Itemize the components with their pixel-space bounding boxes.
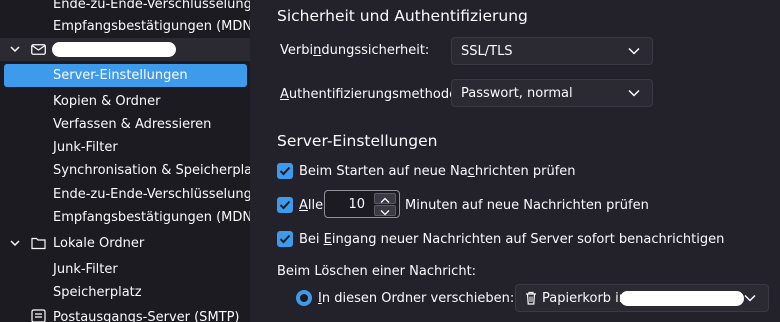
- auth-method-label: Authentifizierungsmethode:: [280, 87, 462, 102]
- sidebar-item-local-junk[interactable]: Junk-Filter: [0, 258, 250, 281]
- on-delete-label: Beim Löschen einer Nachricht:: [277, 264, 477, 279]
- chevron-down-icon[interactable]: [9, 237, 21, 249]
- check-interval-label[interactable]: Alle: [299, 198, 323, 213]
- sidebar-item-junk[interactable]: Junk-Filter: [0, 136, 250, 159]
- checkmark-icon: [279, 200, 291, 210]
- auth-method-select[interactable]: Passwort, normal: [451, 79, 653, 107]
- chevron-down-icon: [380, 210, 390, 216]
- sidebar-item-local-storage[interactable]: Speicherplatz: [0, 281, 250, 304]
- sidebar-item-composition[interactable]: Verfassen & Adressieren: [0, 113, 250, 136]
- minutes-label: Minuten auf neue Nachrichten prüfen: [405, 198, 649, 213]
- chevron-down-icon: [744, 294, 756, 302]
- outgoing-server-icon: [31, 309, 46, 322]
- sidebar-smtp[interactable]: Postausgangs-Server (SMTP): [0, 306, 250, 322]
- check-interval-checkbox[interactable]: [277, 197, 293, 213]
- mail-account-icon: [31, 44, 46, 55]
- security-heading: Sicherheit und Authentifizierung: [277, 7, 528, 25]
- sidebar-item-e2e[interactable]: Ende-zu-Ende-Verschlüsselung: [0, 183, 250, 206]
- checkmark-icon: [279, 166, 291, 176]
- redacted-account-name: [52, 42, 176, 57]
- server-notify-checkbox[interactable]: [277, 231, 293, 247]
- sidebar-account[interactable]: [0, 38, 250, 61]
- sidebar-item-e2e-top[interactable]: Ende-zu-Ende-Verschlüsselung: [0, 0, 250, 16]
- sidebar-item-mdn-top[interactable]: Empfangsbestätigungen (MDN): [0, 15, 250, 38]
- move-to-folder-label[interactable]: In diesen Ordner verschieben:: [318, 291, 514, 306]
- server-settings-heading: Server-Einstellungen: [277, 132, 438, 150]
- trash-icon: [526, 291, 536, 305]
- checkmark-icon: [279, 234, 291, 244]
- trash-folder-select[interactable]: Papierkorb in: [515, 284, 769, 312]
- folder-icon: [31, 237, 46, 250]
- check-on-startup-label[interactable]: Beim Starten auf neue Nachrichten prüfen: [299, 164, 576, 179]
- sidebar-local-folders[interactable]: Lokale Ordner: [0, 232, 250, 255]
- connection-security-select[interactable]: SSL/TLS: [451, 37, 653, 65]
- check-on-startup-checkbox[interactable]: [277, 163, 293, 179]
- spinner-up-button[interactable]: [374, 193, 396, 204]
- move-to-folder-radio[interactable]: [296, 290, 312, 306]
- chevron-down-icon[interactable]: [9, 43, 21, 55]
- chevron-down-icon: [628, 89, 640, 97]
- chevron-down-icon: [628, 47, 640, 55]
- server-notify-label[interactable]: Bei Eingang neuer Nachrichten auf Server…: [299, 232, 724, 247]
- chevron-up-icon: [380, 197, 390, 203]
- redacted-account-name: [620, 291, 744, 306]
- connection-security-label: Verbindungssicherheit:: [280, 43, 430, 58]
- sidebar-item-mdn[interactable]: Empfangsbestätigungen (MDN): [0, 206, 250, 229]
- check-interval-spinner[interactable]: 10: [324, 190, 400, 218]
- sidebar-item-sync[interactable]: Synchronisation & Speicherplatz: [0, 159, 250, 182]
- settings-panel: Sicherheit und Authentifizierung Verbind…: [250, 0, 780, 322]
- sidebar-item-copies-folders[interactable]: Kopien & Ordner: [0, 90, 250, 113]
- account-sidebar: Ende-zu-Ende-Verschlüsselung Empfangsbes…: [0, 0, 250, 322]
- sidebar-item-server-settings[interactable]: Server-Einstellungen: [4, 64, 247, 87]
- spinner-down-button[interactable]: [374, 205, 396, 216]
